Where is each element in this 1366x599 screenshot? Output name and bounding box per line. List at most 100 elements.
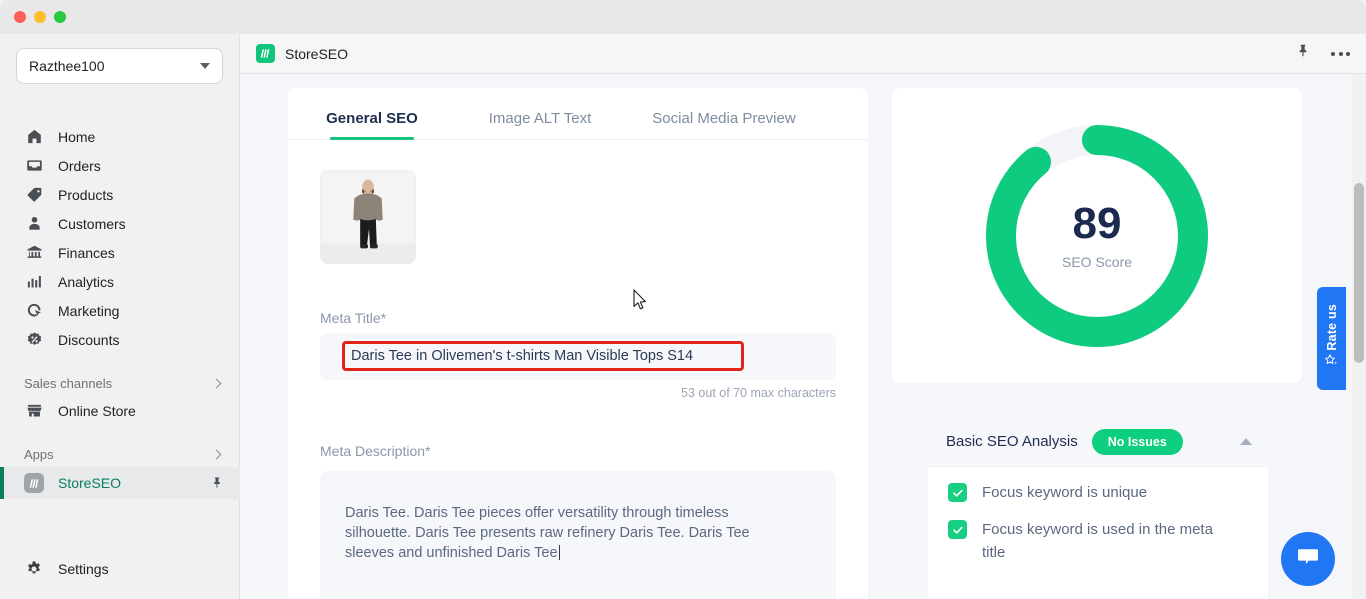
meta-title-label: Meta Title* bbox=[320, 310, 387, 326]
sidebar-item-settings[interactable]: Settings bbox=[0, 554, 240, 583]
tab-label: Image ALT Text bbox=[488, 110, 592, 127]
sidebar-section-sales-channels[interactable]: Sales channels bbox=[0, 370, 240, 396]
product-thumbnail[interactable] bbox=[320, 170, 416, 264]
chevron-right-icon bbox=[211, 378, 222, 388]
close-window-button[interactable] bbox=[14, 11, 26, 23]
sidebar-item-finances[interactable]: Finances bbox=[0, 238, 240, 267]
orders-inbox-icon bbox=[24, 156, 44, 176]
maximize-window-button[interactable] bbox=[54, 11, 66, 23]
sidebar-nav: Home Orders Products Customers Finances … bbox=[0, 122, 240, 499]
sidebar-item-label: Finances bbox=[58, 244, 115, 261]
sidebar-item-label: StoreSEO bbox=[58, 475, 122, 491]
tab-label: General SEO bbox=[326, 110, 418, 127]
star-sparkle-icon bbox=[1324, 353, 1339, 373]
discounts-percent-icon bbox=[24, 330, 44, 350]
sidebar-item-label: Analytics bbox=[58, 273, 115, 290]
pin-icon[interactable] bbox=[1295, 43, 1311, 64]
tab-label: Social Media Preview bbox=[652, 110, 796, 127]
seo-score-value: 89 bbox=[1072, 198, 1122, 248]
sidebar-item-label: Online Store bbox=[58, 402, 136, 419]
sidebar-item-label: Products bbox=[58, 186, 114, 203]
app-topbar: StoreSEO bbox=[240, 34, 1366, 74]
sidebar-item-analytics[interactable]: Analytics bbox=[0, 267, 240, 296]
mouse-cursor bbox=[633, 289, 648, 316]
storeseo-app-icon bbox=[24, 473, 44, 493]
meta-title-character-counter: 53 out of 70 max characters bbox=[681, 386, 836, 400]
app-window: Razthee100 Home Orders Products Customer… bbox=[0, 0, 1366, 599]
storefront-icon bbox=[24, 401, 44, 421]
chevron-up-icon[interactable] bbox=[1240, 438, 1252, 445]
seo-score-card: 89 SEO Score bbox=[892, 88, 1302, 383]
chevron-down-icon bbox=[200, 63, 210, 69]
sidebar-item-home[interactable]: Home bbox=[0, 122, 240, 151]
marketing-target-icon bbox=[24, 301, 44, 321]
sidebar-section-apps[interactable]: Apps bbox=[0, 441, 240, 467]
finances-bank-icon bbox=[24, 243, 44, 263]
seo-score-donut-chart: 89 SEO Score bbox=[981, 120, 1213, 352]
vertical-scrollbar-track[interactable] bbox=[1352, 74, 1366, 599]
products-tag-icon bbox=[24, 185, 44, 205]
meta-description-value: Daris Tee. Daris Tee pieces offer versat… bbox=[345, 505, 750, 561]
analysis-check-label: Focus keyword is unique bbox=[982, 484, 1148, 501]
sidebar-item-label: Home bbox=[58, 128, 96, 145]
sidebar-item-label: Customers bbox=[58, 215, 126, 232]
analytics-bars-icon bbox=[24, 272, 44, 292]
sidebar-item-products[interactable]: Products bbox=[0, 180, 240, 209]
sidebar-item-label: Settings bbox=[58, 560, 109, 577]
analysis-check-item: Focus keyword is unique bbox=[928, 467, 1268, 504]
analysis-header[interactable]: Basic SEO Analysis No Issues bbox=[928, 417, 1268, 467]
sidebar-section-label: Sales channels bbox=[24, 375, 113, 391]
tab-social-media-preview[interactable]: Social Media Preview bbox=[624, 110, 824, 139]
chevron-right-icon bbox=[211, 449, 222, 459]
status-badge[interactable]: No Issues bbox=[1091, 428, 1183, 455]
chat-bubble-icon bbox=[1295, 544, 1321, 575]
meta-description-textarea[interactable]: Daris Tee. Daris Tee pieces offer versat… bbox=[345, 503, 795, 563]
sidebar-item-customers[interactable]: Customers bbox=[0, 209, 240, 238]
meta-title-field-wrapper[interactable]: Daris Tee in Olivemen's t-shirts Man Vis… bbox=[320, 333, 836, 380]
seo-score-label: SEO Score bbox=[1061, 253, 1133, 270]
storeseo-logo-icon bbox=[256, 44, 275, 63]
sidebar-item-orders[interactable]: Orders bbox=[0, 151, 240, 180]
sidebar: Razthee100 Home Orders Products Customer… bbox=[0, 34, 240, 599]
meta-title-value: Daris Tee in Olivemen's t-shirts Man Vis… bbox=[351, 348, 694, 364]
app-title: StoreSEO bbox=[285, 45, 349, 62]
sidebar-item-marketing[interactable]: Marketing bbox=[0, 296, 240, 325]
rate-us-label: Rate us bbox=[1324, 303, 1339, 351]
pin-icon[interactable] bbox=[210, 476, 224, 490]
meta-title-input[interactable]: Daris Tee in Olivemen's t-shirts Man Vis… bbox=[342, 341, 744, 371]
window-controls bbox=[14, 11, 66, 23]
customers-person-icon bbox=[24, 214, 44, 234]
meta-description-label: Meta Description* bbox=[320, 443, 431, 459]
text-caret bbox=[558, 545, 560, 560]
store-name: Razthee100 bbox=[29, 58, 105, 74]
window-titlebar bbox=[0, 0, 1366, 34]
seo-score-center: 89 SEO Score bbox=[981, 198, 1213, 270]
seo-tabs: General SEO Image ALT Text Social Media … bbox=[288, 88, 868, 140]
sidebar-item-online-store[interactable]: Online Store bbox=[0, 396, 240, 425]
sidebar-item-discounts[interactable]: Discounts bbox=[0, 325, 240, 354]
sidebar-item-storeseo[interactable]: StoreSEO bbox=[0, 467, 240, 499]
check-icon bbox=[948, 520, 967, 539]
analysis-check-label: Focus keyword is used in the meta title bbox=[982, 521, 1213, 561]
basic-seo-analysis-card: Basic SEO Analysis No Issues Focus keywo… bbox=[928, 417, 1268, 599]
check-icon bbox=[948, 483, 967, 502]
sidebar-settings-row: Settings bbox=[0, 554, 240, 583]
more-horizontal-icon[interactable] bbox=[1331, 51, 1350, 56]
sidebar-item-label: Marketing bbox=[58, 302, 120, 319]
sidebar-section-label: Apps bbox=[24, 446, 54, 462]
store-picker[interactable]: Razthee100 bbox=[16, 48, 223, 84]
analysis-check-item: Focus keyword is used in the meta title bbox=[928, 504, 1268, 564]
analysis-title: Basic SEO Analysis bbox=[946, 433, 1078, 450]
sidebar-item-label: Orders bbox=[58, 157, 101, 174]
rate-us-tab[interactable]: Rate us bbox=[1317, 287, 1346, 390]
home-icon bbox=[24, 127, 44, 147]
minimize-window-button[interactable] bbox=[34, 11, 46, 23]
meta-description-field-wrapper[interactable]: Daris Tee. Daris Tee pieces offer versat… bbox=[320, 471, 836, 599]
gear-icon bbox=[24, 559, 44, 579]
sidebar-item-label: Discounts bbox=[58, 331, 120, 348]
chat-support-button[interactable] bbox=[1281, 532, 1335, 586]
vertical-scrollbar-thumb[interactable] bbox=[1354, 183, 1364, 363]
tab-general-seo[interactable]: General SEO bbox=[288, 110, 456, 140]
general-seo-card: General SEO Image ALT Text Social Media … bbox=[288, 88, 868, 599]
tab-image-alt-text[interactable]: Image ALT Text bbox=[456, 110, 624, 139]
